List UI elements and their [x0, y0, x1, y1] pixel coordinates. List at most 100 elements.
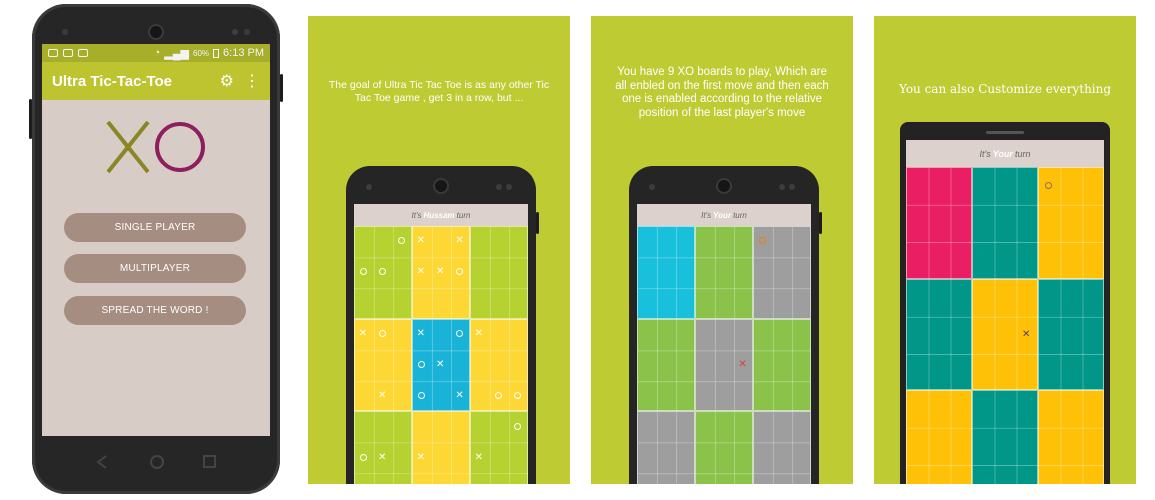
- game-screen: It's Hussam turn ✕ ✕ ✕ ✕ ✕ ✕ ✕ ✕ ✕ ✕ ✕ ✕ ✕: [354, 204, 528, 484]
- sub-board-grid: [1039, 279, 1104, 392]
- sub-board[interactable]: [695, 411, 754, 484]
- overflow-menu-icon[interactable]: ⋮: [244, 71, 260, 91]
- sub-board[interactable]: [753, 318, 811, 413]
- panel-caption: You have 9 XO boards to play, Which are …: [615, 66, 829, 119]
- phone-frame: It's Hussam turn ✕ ✕ ✕ ✕ ✕ ✕ ✕ ✕ ✕ ✕ ✕ ✕ ✕: [346, 166, 539, 484]
- o-mark-icon: [1045, 181, 1052, 189]
- x-mark-icon: ✕: [416, 266, 426, 278]
- phone-frame: ◔ ▂▄▆ 60% 6:13 PM Ultra Tic-Tac-Toe ⚙ ⋮ …: [29, 4, 283, 494]
- ultimate-board: ✕ ✕ ✕ ✕ ✕ ✕ ✕ ✕ ✕ ✕ ✕ ✕ ✕: [354, 226, 528, 484]
- sub-board-grid: [413, 412, 471, 484]
- sub-board-grid: [907, 168, 973, 280]
- o-mark-icon: [417, 391, 425, 399]
- sub-board-grid: [355, 412, 413, 484]
- wifi-icon: ◔: [153, 47, 161, 59]
- sub-board-grid: [638, 412, 696, 484]
- ultimate-board: ✕: [637, 226, 811, 484]
- sub-board[interactable]: [470, 411, 528, 484]
- phone-frame: It's Your turn ✕: [629, 166, 822, 484]
- sub-board-grid: [754, 319, 811, 413]
- tablet-speaker: [986, 131, 1024, 134]
- x-mark-icon: ✕: [455, 389, 464, 401]
- sub-board-grid: [973, 391, 1039, 484]
- sub-board-grid: [638, 319, 696, 413]
- sub-board[interactable]: [470, 226, 528, 320]
- sub-board[interactable]: [695, 226, 754, 320]
- notification-icon: [78, 49, 88, 57]
- home-nav-icon[interactable]: [150, 455, 164, 469]
- sub-board[interactable]: [412, 411, 471, 484]
- phone-top-sensors: [32, 26, 280, 38]
- x-mark-icon: ✕: [416, 451, 426, 463]
- front-camera-icon: [150, 26, 162, 38]
- sub-board[interactable]: [753, 411, 811, 484]
- app-screen: ◔ ▂▄▆ 60% 6:13 PM Ultra Tic-Tac-Toe ⚙ ⋮ …: [42, 44, 270, 436]
- panel-caption: You can also Customize everything: [898, 82, 1112, 96]
- front-camera-icon: [718, 180, 730, 192]
- o-mark-icon: [495, 391, 502, 399]
- x-mark-icon: ✕: [738, 359, 747, 370]
- app-title: Ultra Tic-Tac-Toe: [52, 72, 173, 90]
- sub-board[interactable]: [972, 167, 1039, 280]
- single-player-button[interactable]: SINGLE PLAYER: [64, 213, 246, 242]
- turn-prefix: It's: [411, 210, 422, 220]
- app-bar: Ultra Tic-Tac-Toe ⚙ ⋮: [42, 62, 270, 100]
- sub-board[interactable]: [637, 318, 696, 413]
- x-mark-icon: ✕: [358, 328, 368, 340]
- sub-board-grid: [696, 412, 754, 484]
- x-mark-icon: ✕: [474, 451, 484, 463]
- sub-board[interactable]: [906, 167, 973, 280]
- x-mark-icon: ✕: [1022, 328, 1031, 340]
- power-button: [536, 212, 539, 234]
- battery-percent: 60%: [193, 48, 210, 58]
- turn-suffix: turn: [456, 210, 471, 220]
- turn-indicator: It's Your turn: [906, 140, 1104, 167]
- sub-board-grid: [696, 227, 754, 320]
- promo-panel-goal: The goal of Ultra Tic Tac Toe is as any …: [308, 16, 570, 484]
- sub-board[interactable]: [972, 390, 1039, 484]
- spread-the-word-button[interactable]: SPREAD THE WORD !: [64, 296, 246, 325]
- media-icon: [63, 49, 73, 57]
- back-nav-icon[interactable]: [96, 455, 107, 469]
- sub-board[interactable]: [354, 411, 413, 484]
- sub-board[interactable]: [906, 278, 973, 392]
- x-mark-icon: ✕: [416, 328, 426, 340]
- x-mark-icon: ✕: [378, 451, 387, 463]
- x-mark-icon: ✕: [436, 266, 445, 278]
- turn-suffix: turn: [733, 210, 747, 220]
- turn-suffix: turn: [1014, 148, 1031, 159]
- o-mark-icon: [417, 361, 425, 368]
- turn-prefix: It's: [979, 148, 991, 159]
- recents-nav-icon[interactable]: [203, 455, 216, 468]
- multiplayer-button[interactable]: MULTIPLAYER: [64, 254, 246, 283]
- gear-icon[interactable]: ⚙: [220, 71, 234, 91]
- game-screen: It's Your turn ✕: [906, 140, 1104, 484]
- turn-player: Your: [713, 210, 732, 220]
- game-screen: It's Your turn ✕: [637, 204, 811, 484]
- turn-indicator: It's Hussam turn: [354, 204, 528, 226]
- nav-bar: [96, 455, 216, 469]
- x-mark-icon: ✕: [436, 359, 445, 370]
- sub-board[interactable]: [637, 411, 696, 484]
- status-bar: ◔ ▂▄▆ 60% 6:13 PM: [42, 44, 270, 62]
- sub-board[interactable]: [637, 226, 696, 320]
- sub-board[interactable]: [906, 390, 973, 484]
- turn-indicator: It's Your turn: [637, 204, 811, 226]
- sub-board[interactable]: [1038, 278, 1104, 392]
- sub-board-grid: [973, 168, 1039, 280]
- sub-board[interactable]: [1038, 390, 1104, 484]
- turn-player: Your: [992, 148, 1013, 159]
- promo-panel-rules: You have 9 XO boards to play, Which are …: [591, 16, 853, 484]
- x-mark-icon: ✕: [455, 235, 464, 247]
- promo-panel-customize: You can also Customize everything It's Y…: [874, 16, 1136, 484]
- turn-prefix: It's: [701, 210, 712, 220]
- screenshot-collage: ◔ ▂▄▆ 60% 6:13 PM Ultra Tic-Tac-Toe ⚙ ⋮ …: [0, 0, 1155, 500]
- xo-logo: [106, 120, 205, 174]
- sub-board-grid: [638, 227, 696, 320]
- front-camera-icon: [435, 180, 447, 192]
- battery-icon: [213, 48, 220, 58]
- ultimate-board: ✕: [906, 167, 1104, 484]
- status-time: 6:13 PM: [223, 47, 264, 59]
- x-mark-icon: ✕: [474, 328, 484, 340]
- signal-icon: ▂▄▆: [164, 47, 190, 60]
